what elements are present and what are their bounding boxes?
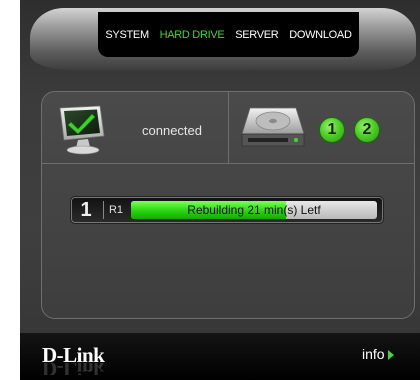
info-label[interactable]: info <box>362 346 385 362</box>
disk-1-badge[interactable]: 1 <box>319 117 345 143</box>
arrow-right-icon <box>387 350 394 361</box>
nas-widget: SYSTEM HARD DRIVE SERVER DOWNLOAD connec… <box>20 0 420 380</box>
hard-drive-panel: connected 1 2 1 R1 Rebuilding 21 min(s) … <box>41 91 415 319</box>
disk-2-badge[interactable]: 2 <box>354 117 380 143</box>
rebuild-status-text: Rebuilding 21 min(s) Letf <box>187 203 321 217</box>
monitor-check-icon <box>59 105 105 155</box>
nav-tab-server[interactable]: SERVER <box>235 29 279 41</box>
disk-number: 1 <box>80 199 92 221</box>
rebuild-progress-bar: Rebuilding 21 min(s) Letf <box>131 201 377 219</box>
raid-level: R1 <box>103 201 128 219</box>
footer: D-Link D-Link info <box>20 333 420 380</box>
rebuild-progress-row: 1 R1 Rebuilding 21 min(s) Letf <box>70 196 384 224</box>
panel-divider <box>228 92 229 163</box>
panel-divider <box>42 163 414 164</box>
connection-status: connected <box>142 123 202 138</box>
dlink-logo-reflection: D-Link <box>42 363 105 375</box>
nav-tab-hard-drive[interactable]: HARD DRIVE <box>160 29 225 41</box>
info-link[interactable]: info <box>362 346 394 362</box>
nav-bar: SYSTEM HARD DRIVE SERVER DOWNLOAD <box>98 12 359 57</box>
hard-drive-icon <box>241 107 305 147</box>
nav-tab-download[interactable]: DOWNLOAD <box>289 29 352 41</box>
nav-tab-system[interactable]: SYSTEM <box>105 29 149 41</box>
